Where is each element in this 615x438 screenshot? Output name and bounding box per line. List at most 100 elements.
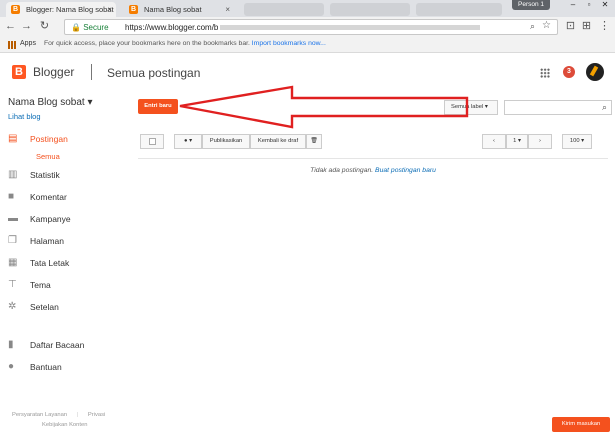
forward-icon[interactable]: → — [20, 20, 33, 33]
sidebar-item-label: Komentar — [30, 192, 67, 202]
page-size-dropdown[interactable]: 100 ▾ — [562, 134, 592, 149]
sidebar-item-campaign[interactable]: ▬ Kampanye — [8, 212, 128, 226]
omnibox[interactable]: 🔒 Secure https://www.blogger.com/b ⌕ ☆ — [64, 19, 558, 35]
sidebar-item-label: Tema — [30, 280, 51, 290]
main-content: Entri baru Semua label ▾ ⌕ ● ▾ Publikasi… — [130, 94, 615, 438]
tab-blogger-dashboard[interactable]: B Blogger: Nama Blog sobat × — [6, 2, 116, 17]
pages-icon: ❐ — [8, 235, 17, 246]
empty-state-message: Tidak ada postingan. Buat postingan baru — [310, 167, 436, 174]
campaign-icon: ▬ — [8, 213, 18, 224]
zoom-icon[interactable]: ⌕ — [530, 21, 535, 32]
tab-blurred[interactable] — [244, 3, 324, 16]
avatar[interactable] — [586, 63, 604, 81]
view-blog-link[interactable]: Lihat blog — [8, 112, 41, 121]
sidebar-item-settings[interactable]: ✲ Setelan — [8, 300, 128, 314]
tab-close-icon[interactable]: × — [225, 2, 230, 17]
posts-toolbar: ● ▾ Publikasikan Kembali ke draf 🗑 ‹ 1 ▾… — [138, 134, 608, 150]
delete-icon[interactable]: 🗑 — [306, 134, 322, 149]
next-page-button[interactable]: › — [528, 134, 552, 149]
new-post-button[interactable]: Entri baru — [138, 99, 178, 114]
apps-label[interactable]: Apps — [20, 40, 36, 47]
google-apps-icon[interactable] — [540, 68, 550, 78]
profile-button[interactable]: Person 1 — [512, 0, 551, 10]
import-bookmarks-link[interactable]: Import bookmarks now... — [252, 40, 326, 47]
terms-link[interactable]: Persyaratan Layanan — [12, 412, 67, 418]
reload-icon[interactable]: ↻ — [38, 20, 51, 33]
footer-links: Persyaratan Layanan | Privasi Kebijakan … — [12, 412, 106, 428]
select-all-checkbox[interactable] — [140, 134, 164, 149]
tab-close-icon[interactable]: × — [107, 2, 112, 17]
help-icon: ● — [8, 361, 15, 372]
star-icon[interactable]: ☆ — [542, 20, 551, 31]
sidebar-item-label: Statistik — [30, 170, 60, 180]
tab-blurred[interactable] — [416, 3, 502, 16]
blogger-favicon-icon: B — [11, 5, 20, 14]
apps-grid-icon[interactable] — [8, 41, 16, 49]
page-title: Semua postingan — [107, 66, 201, 80]
sidebar-item-label: Halaman — [30, 236, 65, 246]
settings-icon: ✲ — [8, 301, 17, 312]
bookmark-hint: For quick access, place your bookmarks h… — [44, 40, 326, 47]
sidebar-item-label: Daftar Bacaan — [30, 340, 85, 350]
create-post-link[interactable]: Buat postingan baru — [375, 167, 436, 174]
extension-icon[interactable]: ⊡ — [564, 20, 577, 33]
label-filter-dropdown[interactable]: Semua label ▾ — [444, 100, 498, 115]
sidebar-item-posts[interactable]: ▤ Postingan — [8, 132, 128, 146]
app-header: B Blogger Semua postingan 3 — [0, 54, 615, 94]
search-input[interactable]: ⌕ — [504, 100, 612, 115]
menu-icon[interactable]: ⋮ — [598, 20, 611, 33]
browser-tab-strip: B Blogger: Nama Blog sobat × B Nama Blog… — [0, 0, 615, 17]
posts-icon: ▤ — [8, 133, 18, 144]
tab-title: Nama Blog sobat — [144, 5, 202, 14]
content-policy-link[interactable]: Kebijakan Konten — [42, 422, 105, 428]
notification-badge[interactable]: 3 — [563, 66, 575, 78]
extension-icon[interactable]: ⊞ — [580, 20, 593, 33]
comments-icon: ■ — [8, 191, 15, 202]
sidebar-item-help[interactable]: ● Bantuan — [8, 360, 128, 374]
tab-blurred[interactable] — [330, 3, 410, 16]
privacy-link[interactable]: Privasi — [88, 412, 105, 418]
sidebar-item-reading-list[interactable]: ▮ Daftar Bacaan — [8, 338, 128, 352]
page-selector[interactable]: 1 ▾ — [506, 134, 528, 149]
sidebar: Nama Blog sobat ▾ Lihat blog ▤ Postingan… — [0, 94, 130, 438]
header-divider — [91, 64, 92, 80]
blogger-favicon-icon: B — [129, 5, 138, 14]
stats-icon: ▥ — [8, 169, 18, 180]
divider — [138, 158, 608, 159]
blog-selector[interactable]: Nama Blog sobat ▾ — [8, 97, 93, 108]
sidebar-subitem-all[interactable]: Semua — [36, 152, 60, 161]
search-icon[interactable]: ⌕ — [602, 102, 607, 113]
sidebar-item-label: Kampanye — [30, 214, 71, 224]
sidebar-item-label: Bantuan — [30, 362, 62, 372]
maximize-icon[interactable]: ▫ — [582, 0, 596, 11]
sidebar-item-label: Setelan — [30, 302, 59, 312]
sidebar-item-theme[interactable]: ⊤ Tema — [8, 278, 128, 292]
sidebar-item-label: Tata Letak — [30, 258, 70, 268]
theme-icon: ⊤ — [8, 279, 17, 290]
minimize-icon[interactable]: – — [566, 0, 580, 11]
sidebar-item-pages[interactable]: ❐ Halaman — [8, 234, 128, 248]
tab-blog-view[interactable]: B Nama Blog sobat × — [124, 2, 234, 17]
secure-label: 🔒 Secure — [71, 23, 109, 32]
chevron-down-icon: ▾ — [484, 104, 488, 110]
label-menu-button[interactable]: ● ▾ — [174, 134, 202, 149]
sidebar-item-comments[interactable]: ■ Komentar — [8, 190, 128, 204]
url-text[interactable]: https://www.blogger.com/b — [125, 22, 481, 33]
previous-page-button[interactable]: ‹ — [482, 134, 506, 149]
bookmark-icon: ▮ — [8, 339, 14, 350]
tab-title: Blogger: Nama Blog sobat — [26, 5, 114, 14]
sidebar-item-stats[interactable]: ▥ Statistik — [8, 168, 128, 182]
bookmarks-bar: Apps For quick access, place your bookma… — [0, 37, 615, 53]
back-icon[interactable]: ← — [4, 20, 17, 33]
address-bar-row: ← → ↻ 🔒 Secure https://www.blogger.com/b… — [0, 17, 615, 37]
brand-name[interactable]: Blogger — [33, 65, 74, 79]
layout-icon: ▦ — [8, 257, 18, 268]
label-icon: ● — [183, 138, 188, 144]
revert-to-draft-button[interactable]: Kembali ke draf — [250, 134, 306, 149]
sidebar-item-layout[interactable]: ▦ Tata Letak — [8, 256, 128, 270]
blogger-logo-icon[interactable]: B — [12, 65, 26, 79]
sidebar-item-label: Postingan — [30, 134, 68, 144]
close-window-icon[interactable]: ✕ — [598, 0, 612, 11]
publish-button[interactable]: Publikasikan — [202, 134, 250, 149]
send-feedback-button[interactable]: Kirim masukan — [552, 417, 610, 432]
